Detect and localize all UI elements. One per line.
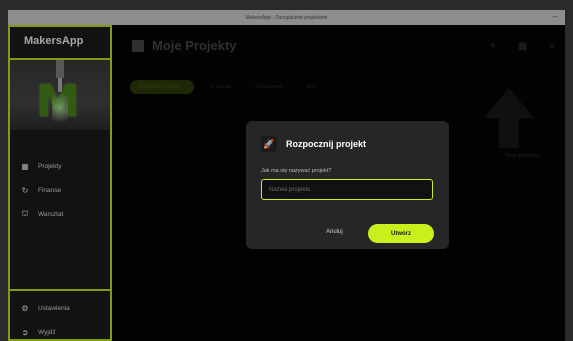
cancel-button[interactable]: Anuluj — [326, 229, 343, 235]
project-name-label: Jak ma się nazywać projekt? — [261, 168, 332, 174]
start-project-dialog: 🚀 Rozpocznij projekt Jak ma się nazywać … — [246, 121, 449, 249]
app-window: MakersApp - Zarządzanie projektami – Mak… — [8, 10, 565, 341]
create-button[interactable]: Utwórz — [368, 224, 434, 243]
project-name-input[interactable] — [261, 179, 433, 200]
rocket-icon: 🚀 — [261, 136, 277, 152]
dialog-title: Rozpocznij projekt — [286, 139, 367, 149]
